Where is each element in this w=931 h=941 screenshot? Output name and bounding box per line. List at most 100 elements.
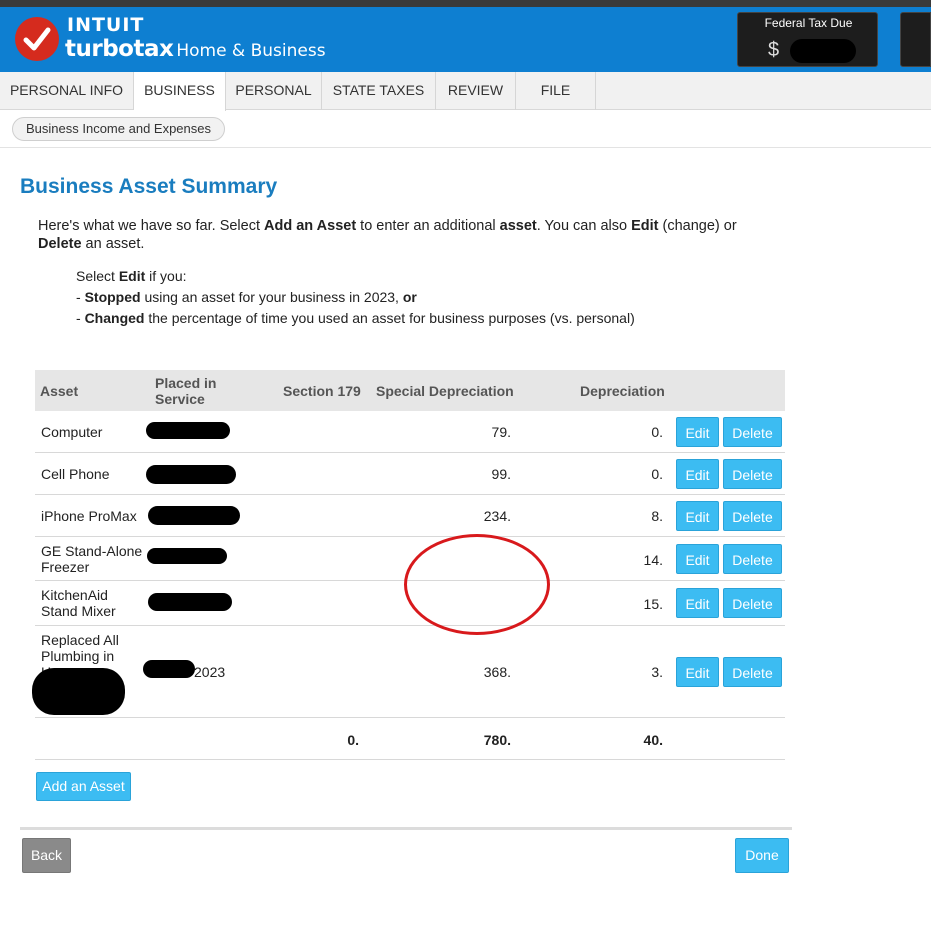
asset-name-line: Computer bbox=[41, 424, 103, 440]
column-header-placed-in-service: Placed in Service bbox=[155, 375, 216, 407]
intro-text-part: to enter an additional bbox=[356, 218, 500, 234]
asset-table-header: Asset Placed in Service Section 179 Spec… bbox=[35, 370, 785, 411]
intuit-wordmark: INTUIT bbox=[67, 14, 145, 36]
delete-button[interactable]: Delete bbox=[723, 459, 782, 489]
redaction-mark bbox=[147, 548, 227, 564]
special-depreciation-value: 79. bbox=[491, 424, 511, 440]
turbotax-wordmark: turbotax bbox=[65, 36, 174, 62]
edit-instructions-line: Select Edit if you: bbox=[76, 266, 635, 287]
depreciation-value: 3. bbox=[651, 664, 663, 680]
delete-button[interactable]: Delete bbox=[723, 588, 782, 618]
special-depreciation-value: 99. bbox=[491, 466, 511, 482]
text: - bbox=[76, 310, 85, 326]
intro-bold-edit: Edit bbox=[631, 218, 659, 234]
redaction-mark bbox=[790, 39, 856, 63]
intro-text-part: . You can also bbox=[536, 218, 632, 234]
asset-name-line: Plumbing in bbox=[41, 648, 115, 664]
text: Select bbox=[76, 268, 119, 284]
bold-text: Stopped bbox=[84, 289, 141, 305]
special-depreciation-value: 368. bbox=[483, 664, 511, 680]
edit-button[interactable]: Edit bbox=[676, 588, 719, 618]
column-header-asset: Asset bbox=[40, 383, 79, 399]
checkmark-icon bbox=[23, 27, 51, 51]
depreciation-total: 40. bbox=[643, 732, 663, 748]
asset-name: iPhone ProMax bbox=[41, 508, 137, 524]
delete-button[interactable]: Delete bbox=[723, 657, 782, 687]
edit-instructions-line: - Stopped using an asset for your busine… bbox=[76, 287, 635, 308]
redaction-mark bbox=[146, 465, 236, 484]
done-button[interactable]: Done bbox=[735, 838, 789, 873]
table-row: iPhone ProMax 234. 8. Edit Delete bbox=[35, 495, 785, 537]
column-header-depreciation: Depreciation bbox=[580, 383, 665, 399]
edit-button[interactable]: Edit bbox=[676, 501, 719, 531]
depreciation-value: 15. bbox=[643, 596, 663, 612]
edit-instructions-line: - Changed the percentage of time you use… bbox=[76, 308, 635, 329]
intro-text: Here's what we have so far. Select Add a… bbox=[38, 217, 778, 253]
depreciation-value: 8. bbox=[651, 508, 663, 524]
special-depreciation-total: 780. bbox=[483, 732, 511, 748]
depreciation-value: 0. bbox=[651, 466, 663, 482]
browser-top-strip bbox=[0, 0, 931, 7]
app-header: INTUIT turbotax Home & Business Federal T… bbox=[0, 7, 931, 72]
asset-name-line: Replaced All bbox=[41, 632, 119, 648]
asset-name-line: GE Stand-Alone bbox=[41, 543, 143, 559]
delete-button[interactable]: Delete bbox=[723, 417, 782, 447]
redaction-mark bbox=[148, 593, 232, 611]
tab-personal-info[interactable]: PERSONAL INFO bbox=[0, 72, 134, 110]
asset-name: GE Stand-Alone Freezer bbox=[41, 543, 142, 575]
edit-button[interactable]: Edit bbox=[676, 657, 719, 687]
edit-button[interactable]: Edit bbox=[676, 417, 719, 447]
redaction-mark bbox=[146, 422, 230, 439]
asset-name-line: Stand Mixer bbox=[41, 603, 116, 619]
tab-file[interactable]: FILE bbox=[516, 72, 596, 110]
text: using an asset for your business in 2023… bbox=[140, 289, 403, 305]
edit-button[interactable]: Edit bbox=[676, 544, 719, 574]
divider bbox=[20, 827, 792, 830]
add-an-asset-button[interactable]: Add an Asset bbox=[36, 772, 131, 801]
special-depreciation-value: 234. bbox=[483, 508, 511, 524]
header-line: Placed in bbox=[155, 375, 217, 391]
intro-bold-add-asset: Add an Asset bbox=[264, 218, 357, 234]
page-title: Business Asset Summary bbox=[20, 175, 278, 198]
intro-bold-delete: Delete bbox=[38, 236, 82, 252]
table-row: Computer 79. 0. Edit Delete bbox=[35, 411, 785, 453]
bold-text: Changed bbox=[84, 310, 145, 326]
back-button[interactable]: Back bbox=[22, 838, 71, 873]
main-tabs: PERSONAL INFO BUSINESS PERSONAL STATE TA… bbox=[0, 72, 931, 111]
header-line: Service bbox=[155, 391, 205, 407]
tab-business[interactable]: BUSINESS bbox=[134, 72, 226, 111]
edit-instructions: Select Edit if you: - Stopped using an a… bbox=[76, 266, 635, 329]
asset-name: Cell Phone bbox=[41, 466, 110, 482]
column-header-special-depreciation: Special Depreciation bbox=[376, 383, 514, 399]
depreciation-value: 14. bbox=[643, 552, 663, 568]
bold-text: Edit bbox=[118, 268, 146, 284]
table-row: Cell Phone 99. 0. Edit Delete bbox=[35, 453, 785, 495]
federal-tax-due-box[interactable]: Federal Tax Due $ bbox=[737, 12, 878, 67]
placed-in-service-value: 2023 bbox=[194, 664, 226, 680]
totals-row: 0. 780. 40. bbox=[35, 718, 785, 760]
delete-button[interactable]: Delete bbox=[723, 544, 782, 574]
column-header-section-179: Section 179 bbox=[283, 383, 361, 399]
tab-personal[interactable]: PERSONAL bbox=[226, 72, 322, 110]
intro-text-part: (change) or bbox=[658, 218, 737, 234]
asset-name: KitchenAid Stand Mixer bbox=[41, 587, 116, 619]
state-tax-due-box[interactable] bbox=[900, 12, 931, 67]
redaction-mark bbox=[143, 660, 195, 678]
edition-name: Home & Business bbox=[176, 41, 326, 61]
tab-state-taxes[interactable]: STATE TAXES bbox=[322, 72, 436, 110]
table-row: Replaced All Plumbing in House 2023 368.… bbox=[32, 626, 785, 718]
depreciation-value: 0. bbox=[651, 424, 663, 440]
asset-name: Computer bbox=[41, 424, 102, 440]
edit-button[interactable]: Edit bbox=[676, 459, 719, 489]
federal-tax-due-currency: $ bbox=[768, 39, 780, 61]
redaction-mark bbox=[32, 668, 125, 715]
intro-text-part: an asset. bbox=[81, 236, 145, 252]
delete-button[interactable]: Delete bbox=[723, 501, 782, 531]
asset-name-line: Cell Phone bbox=[41, 466, 110, 482]
tab-review[interactable]: REVIEW bbox=[436, 72, 516, 110]
asset-name-line: Freezer bbox=[41, 559, 90, 575]
intro-bold-asset: asset bbox=[499, 218, 537, 234]
breadcrumb[interactable]: Business Income and Expenses bbox=[12, 117, 225, 141]
text: - bbox=[76, 289, 85, 305]
asset-name-line: iPhone ProMax bbox=[41, 508, 137, 524]
